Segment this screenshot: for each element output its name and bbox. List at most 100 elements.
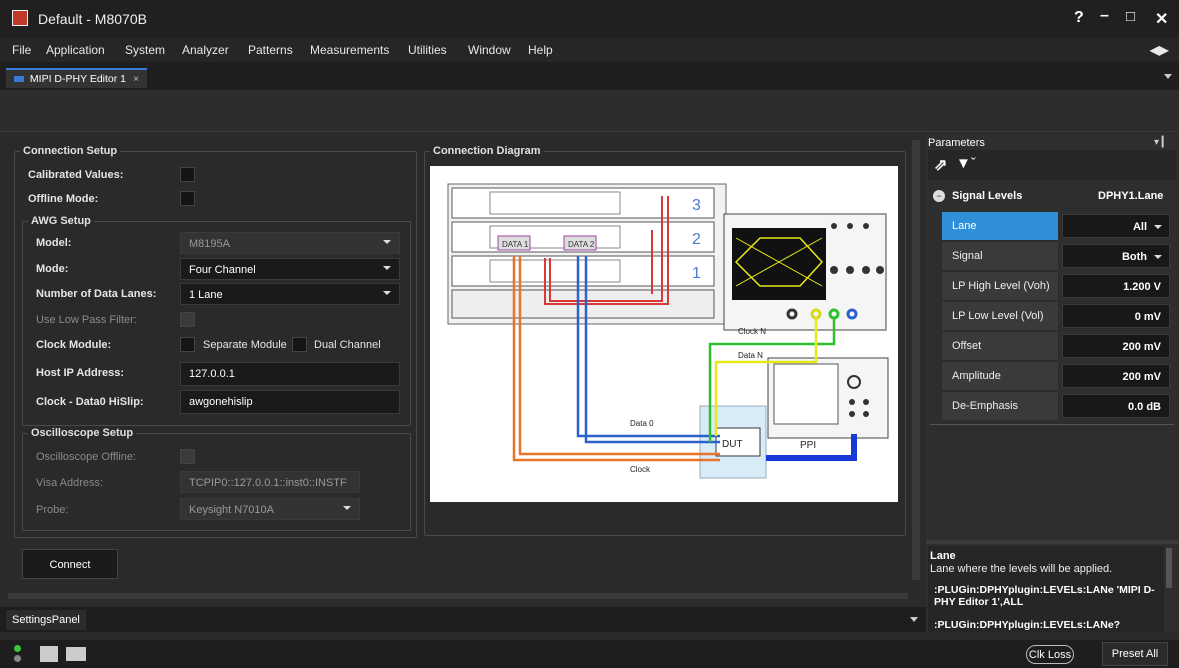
hislip-input[interactable]: awgonehislip: [180, 390, 400, 414]
tab-mipi-dphy-editor[interactable]: MIPI D-PHY Editor 1 ×: [6, 68, 148, 88]
calibrated-values-checkbox[interactable]: [180, 167, 195, 182]
maximize-button[interactable]: □: [1126, 8, 1135, 25]
report-icon[interactable]: [40, 646, 58, 662]
chevron-down-icon: [383, 291, 391, 295]
help-panel: Lane Lane where the levels will be appli…: [928, 546, 1164, 632]
param-offset-label[interactable]: Offset: [942, 332, 1058, 360]
preset-all-button[interactable]: Preset All: [1102, 642, 1168, 666]
parameters-toolbar: ⇗ ▼ˇ: [928, 150, 1176, 180]
param-lp-low-input[interactable]: 0 mV: [1062, 304, 1170, 328]
collapse-all-icon[interactable]: ⇗: [934, 155, 947, 175]
param-lane-label[interactable]: Lane: [942, 212, 1058, 240]
signal-levels-header[interactable]: − Signal Levels DPHY1.Lane: [930, 186, 1174, 208]
help-button[interactable]: ?: [1074, 9, 1084, 27]
clock-module-label: Clock Module:: [36, 339, 112, 351]
param-lp-high-input[interactable]: 1.200 V: [1062, 274, 1170, 298]
menu-system[interactable]: System: [125, 43, 165, 57]
settings-panel-dropdown-icon[interactable]: [910, 617, 918, 622]
param-lane-select[interactable]: All: [1062, 214, 1170, 238]
mode-select[interactable]: Four Channel: [180, 258, 400, 280]
offline-mode-label: Offline Mode:: [28, 193, 99, 205]
document-tab-bar: [0, 62, 1179, 90]
data-0-label: Data 0: [630, 419, 654, 428]
menu-file[interactable]: File: [12, 43, 31, 57]
data1-label: DATA 1: [502, 240, 529, 249]
param-signal-label[interactable]: Signal: [942, 242, 1058, 270]
close-button[interactable]: ✕: [1155, 9, 1168, 29]
tab-label: MIPI D-PHY Editor 1: [29, 73, 127, 85]
visa-address-label: Visa Address:: [36, 477, 104, 489]
data2-label: DATA 2: [568, 240, 595, 249]
param-signal-select[interactable]: Both: [1062, 244, 1170, 268]
mode-value: Four Channel: [189, 264, 256, 276]
rack-number-1: 1: [692, 265, 701, 282]
help-title: Lane: [930, 550, 956, 562]
layout-toggle-icon[interactable]: ◀▶: [1150, 43, 1168, 57]
param-lp-high-label[interactable]: LP High Level (Voh): [942, 272, 1058, 300]
message-icon[interactable]: [66, 647, 86, 661]
filter-icon[interactable]: ▼ˇ: [956, 155, 976, 172]
scope-offline-label: Oscilloscope Offline:: [36, 451, 137, 463]
menu-patterns[interactable]: Patterns: [248, 43, 293, 57]
collapse-icon[interactable]: −: [933, 190, 945, 202]
data-lanes-select[interactable]: 1 Lane: [180, 283, 400, 305]
menu-measurements[interactable]: Measurements: [310, 43, 389, 57]
probe-value: Keysight N7010A: [189, 504, 274, 516]
help-command-set: :PLUGin:DPHYplugin:LEVELs:LANe 'MIPI D-P…: [934, 584, 1155, 608]
diagram-drawing: 3 2 1 DATA 1 DATA 2 Clock N Data N DUT P…: [447, 183, 889, 479]
model-label: Model:: [36, 237, 72, 249]
menu-application[interactable]: Application: [46, 43, 105, 57]
tab-close-icon[interactable]: ×: [133, 73, 139, 85]
param-offset-input[interactable]: 200 mV: [1062, 334, 1170, 358]
window-title: Default - M8070B: [38, 11, 147, 27]
chevron-down-icon: [343, 506, 351, 510]
model-value: M8195A: [189, 238, 230, 250]
menu-window[interactable]: Window: [468, 43, 511, 57]
help-scrollbar[interactable]: [1166, 548, 1172, 588]
calibrated-values-label: Calibrated Values:: [28, 169, 124, 181]
chevron-down-icon: [383, 266, 391, 270]
help-splitter[interactable]: [926, 540, 1179, 544]
vertical-scrollbar[interactable]: [912, 140, 920, 580]
menu-help[interactable]: Help: [528, 43, 553, 57]
separate-module-checkbox[interactable]: [180, 337, 195, 352]
minimize-button[interactable]: –: [1100, 7, 1109, 25]
param-amplitude-label[interactable]: Amplitude: [942, 362, 1058, 390]
rack-number-3: 3: [692, 197, 701, 214]
help-text: Lane where the levels will be applied.: [930, 563, 1113, 575]
toolstrip: [0, 90, 1179, 132]
chevron-down-icon: [383, 240, 391, 244]
param-amplitude-input[interactable]: 200 mV: [1062, 364, 1170, 388]
pin-icon[interactable]: ▾ ▎: [1154, 137, 1170, 148]
scope-offline-checkbox[interactable]: [180, 449, 195, 464]
param-signal-value: Both: [1121, 251, 1147, 263]
ppi-label: PPI: [800, 440, 816, 451]
param-lp-low-label[interactable]: LP Low Level (Vol): [942, 302, 1058, 330]
connect-button[interactable]: Connect: [22, 549, 118, 579]
horizontal-scrollbar[interactable]: [8, 593, 908, 599]
settings-panel-tab[interactable]: SettingsPanel: [6, 610, 86, 630]
data-lanes-value: 1 Lane: [189, 289, 223, 301]
connection-diagram-title: Connection Diagram: [430, 145, 544, 157]
host-ip-label: Host IP Address:: [36, 367, 125, 379]
menu-utilities[interactable]: Utilities: [408, 43, 447, 57]
low-pass-filter-label: Use Low Pass Filter:: [36, 314, 137, 326]
title-bar: Default - M8070B ? – □ ✕: [0, 0, 1179, 38]
data-lanes-label: Number of Data Lanes:: [36, 288, 157, 300]
awg-setup-title: AWG Setup: [28, 215, 94, 227]
host-ip-input[interactable]: 127.0.0.1: [180, 362, 400, 386]
visa-address-input[interactable]: TCPIP0::127.0.0.1::inst0::INSTF: [180, 471, 360, 493]
model-select[interactable]: M8195A: [180, 232, 400, 254]
menu-analyzer[interactable]: Analyzer: [182, 43, 229, 57]
param-deemphasis-label[interactable]: De-Emphasis: [942, 392, 1058, 420]
tab-list-dropdown-icon[interactable]: [1164, 74, 1172, 79]
param-deemphasis-input[interactable]: 0.0 dB: [1062, 394, 1170, 418]
rack-number-2: 2: [692, 231, 701, 248]
probe-select[interactable]: Keysight N7010A: [180, 498, 360, 520]
param-lane-value: All: [1132, 221, 1147, 233]
probe-label: Probe:: [36, 504, 69, 516]
low-pass-filter-checkbox[interactable]: [180, 312, 195, 327]
offline-mode-checkbox[interactable]: [180, 191, 195, 206]
divider: [930, 424, 1174, 425]
dual-channel-checkbox[interactable]: [292, 337, 307, 352]
